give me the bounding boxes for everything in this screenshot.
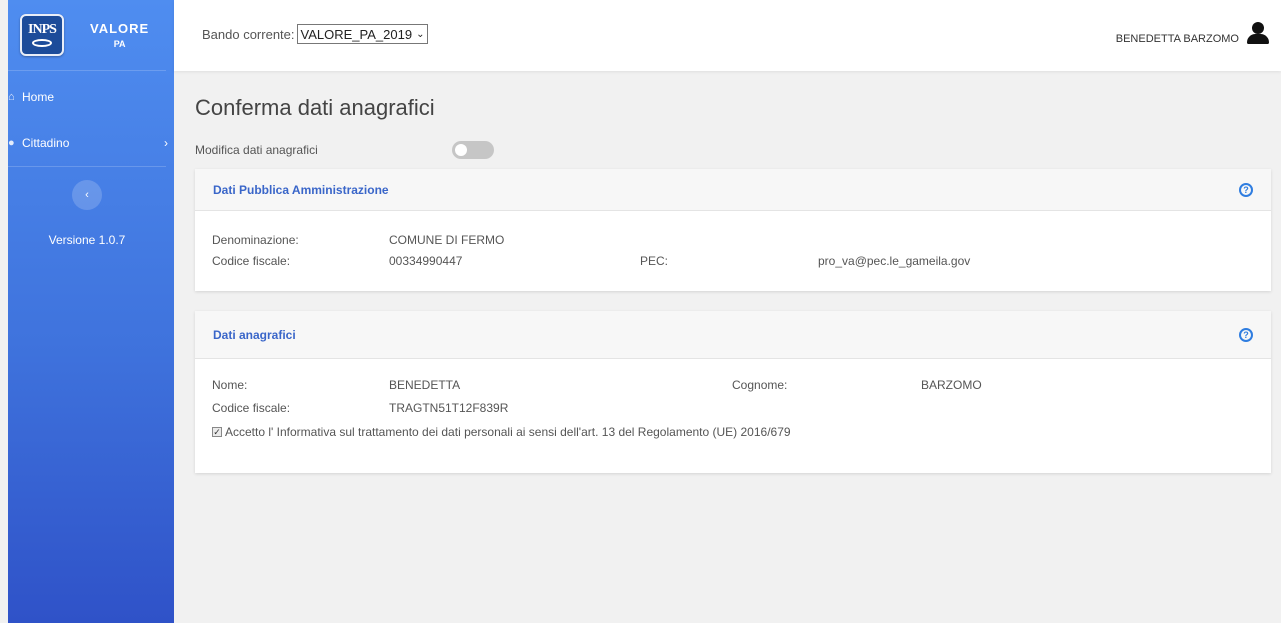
user-icon: ● [8, 137, 15, 149]
bando-selector: Bando corrente: VALORE_PA_2019 ⌄ [202, 24, 429, 44]
pa-cf-label: Codice fiscale: [212, 254, 291, 268]
help-icon[interactable]: ? [1239, 327, 1253, 342]
chevron-left-icon: ‹ [85, 189, 89, 201]
cognome-value: BARZOMO [921, 378, 982, 392]
pec-label: PEC: [640, 254, 669, 268]
cognome-label: Cognome: [732, 378, 788, 392]
main-content: Conferma dati anagrafici Modifica dati a… [195, 71, 1271, 473]
consent-row: ✓ Accetto l' Informativa sul trattamento… [212, 425, 791, 439]
modifica-toggle[interactable] [451, 141, 494, 159]
home-icon: ⌂ [8, 90, 15, 103]
user-menu[interactable]: BENEDETTA BARZOMO [1115, 22, 1269, 50]
toggle-knob [454, 144, 467, 156]
pa-card: Dati Pubblica Amministrazione ? Denomina… [195, 169, 1271, 291]
logo-swirl-icon [32, 39, 52, 47]
help-icon[interactable]: ? [1239, 182, 1253, 197]
sidebar-item-cittadino[interactable]: ● Cittadino › [8, 120, 168, 167]
chevron-right-icon: › [164, 136, 168, 150]
user-avatar-icon [1247, 22, 1269, 44]
topbar: Bando corrente: VALORE_PA_2019 ⌄ BENEDET… [174, 0, 1281, 71]
user-name: BENEDETTA BARZOMO [1115, 33, 1239, 45]
anagrafici-card: Dati anagrafici ? Nome: BENEDETTA Cognom… [195, 311, 1271, 473]
bando-label: Bando corrente: [202, 26, 295, 42]
consent-checkbox[interactable]: ✓ [212, 427, 222, 437]
version-label: Versione 1.0.7 [48, 233, 126, 247]
anag-cf-label: Codice fiscale: [212, 401, 291, 415]
denominazione-value: COMUNE DI FERMO [389, 233, 505, 247]
chevron-down-icon: ⌄ [416, 28, 425, 40]
sidebar-item-label: Home [22, 89, 55, 104]
anag-cf-value: TRAGTN51T12F839R [389, 401, 509, 415]
sidebar: INPS VALORE PA ⌂ Home ● Cittadino › ‹ Ve… [8, 0, 174, 623]
modifica-row: Modifica dati anagrafici [195, 141, 1271, 159]
pa-card-header: Dati Pubblica Amministrazione ? [195, 169, 1271, 211]
bando-select[interactable]: VALORE_PA_2019 ⌄ [296, 24, 429, 44]
nome-value: BENEDETTA [389, 378, 461, 392]
nome-label: Nome: [212, 378, 248, 392]
page-title: Conferma dati anagrafici [195, 95, 435, 120]
sidebar-item-label: Cittadino [22, 136, 70, 150]
denominazione-label: Denominazione: [212, 233, 299, 247]
brand-title: VALORE PA [90, 21, 150, 49]
consent-text: Accetto l' Informativa sul trattamento d… [225, 425, 791, 439]
anagrafici-card-header: Dati anagrafici ? [195, 311, 1271, 359]
sidebar-item-home[interactable]: ⌂ Home [8, 73, 166, 120]
anagrafici-card-title: Dati anagrafici [213, 327, 296, 342]
inps-logo: INPS [20, 14, 64, 56]
pa-card-title: Dati Pubblica Amministrazione [213, 182, 389, 197]
brand[interactable]: INPS VALORE PA [8, 0, 166, 71]
pa-cf-value: 00334990447 [389, 254, 463, 268]
modifica-label: Modifica dati anagrafici [195, 143, 318, 157]
collapse-sidebar-button[interactable]: ‹ [72, 180, 102, 210]
pec-value: pro_va@pec.le_gameila.gov [818, 254, 971, 268]
